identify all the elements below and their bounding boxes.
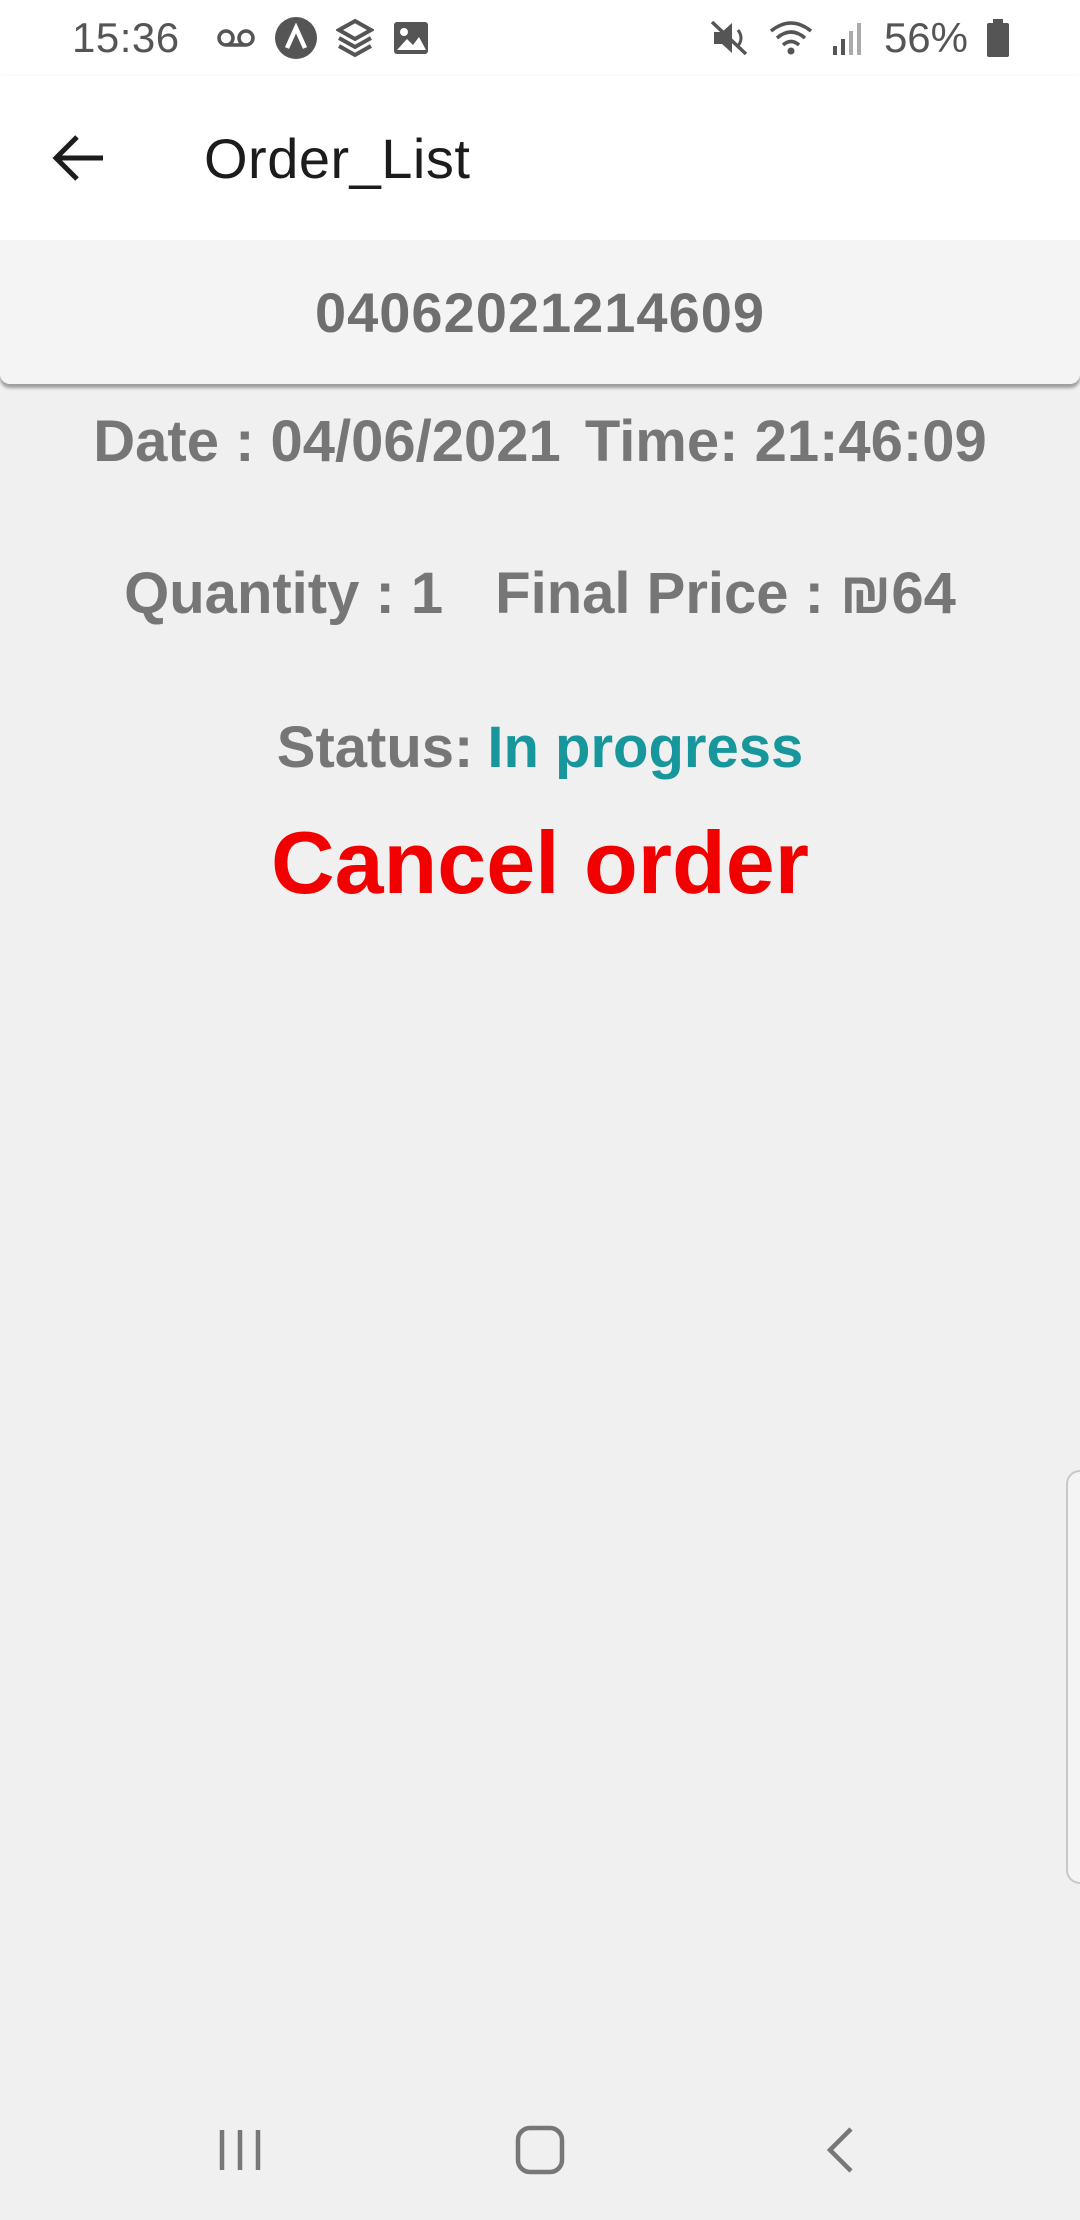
status-time: 15:36 <box>72 14 180 61</box>
signal-icon <box>832 20 866 56</box>
back-button[interactable] <box>24 103 134 213</box>
image-icon <box>392 20 430 56</box>
system-back-button[interactable] <box>780 2090 900 2210</box>
order-date: Date : 04/06/2021 <box>93 409 561 474</box>
voicemail-icon <box>216 27 256 49</box>
battery-percent: 56% <box>883 14 968 61</box>
home-button[interactable] <box>480 2090 600 2210</box>
status-bar-left: 15:36 <box>72 14 430 62</box>
order-final-price: Final Price : ₪64 <box>495 561 956 626</box>
order-id: 04062021214609 <box>314 280 766 344</box>
order-status-row: Status: In progress <box>0 714 1080 781</box>
mute-icon <box>710 18 750 58</box>
order-time: Time: 21:46:09 <box>584 409 987 474</box>
app-a-icon <box>274 16 318 60</box>
status-badge: In progress <box>487 715 804 780</box>
back-icon <box>826 2127 853 2173</box>
recent-apps-button[interactable] <box>180 2090 300 2210</box>
cancel-order-button[interactable]: Cancel order <box>0 812 1080 914</box>
page-title: Order_List <box>204 126 471 190</box>
order-quantity-price-row: Quantity : 1 Final Price : ₪64 <box>0 560 1080 627</box>
recent-apps-icon <box>219 2130 261 2170</box>
status-label: Status: <box>276 715 474 780</box>
order-datetime-row: Date : 04/06/2021 Time: 21:46:09 <box>0 408 1080 475</box>
order-quantity: Quantity : 1 <box>124 561 444 626</box>
navigation-bar <box>0 2080 1080 2220</box>
layers-icon <box>335 18 374 58</box>
status-bar-right: 56% <box>710 14 1010 62</box>
home-icon <box>515 2125 565 2175</box>
order-id-header: 04062021214609 <box>0 240 1080 384</box>
wifi-icon <box>768 18 814 58</box>
edge-panel-handle[interactable] <box>1066 1470 1080 1884</box>
status-bar: 15:36 56% <box>0 0 1080 76</box>
arrow-left-icon <box>52 135 103 181</box>
battery-icon <box>986 18 1010 58</box>
app-bar: Order_List <box>0 76 1080 240</box>
